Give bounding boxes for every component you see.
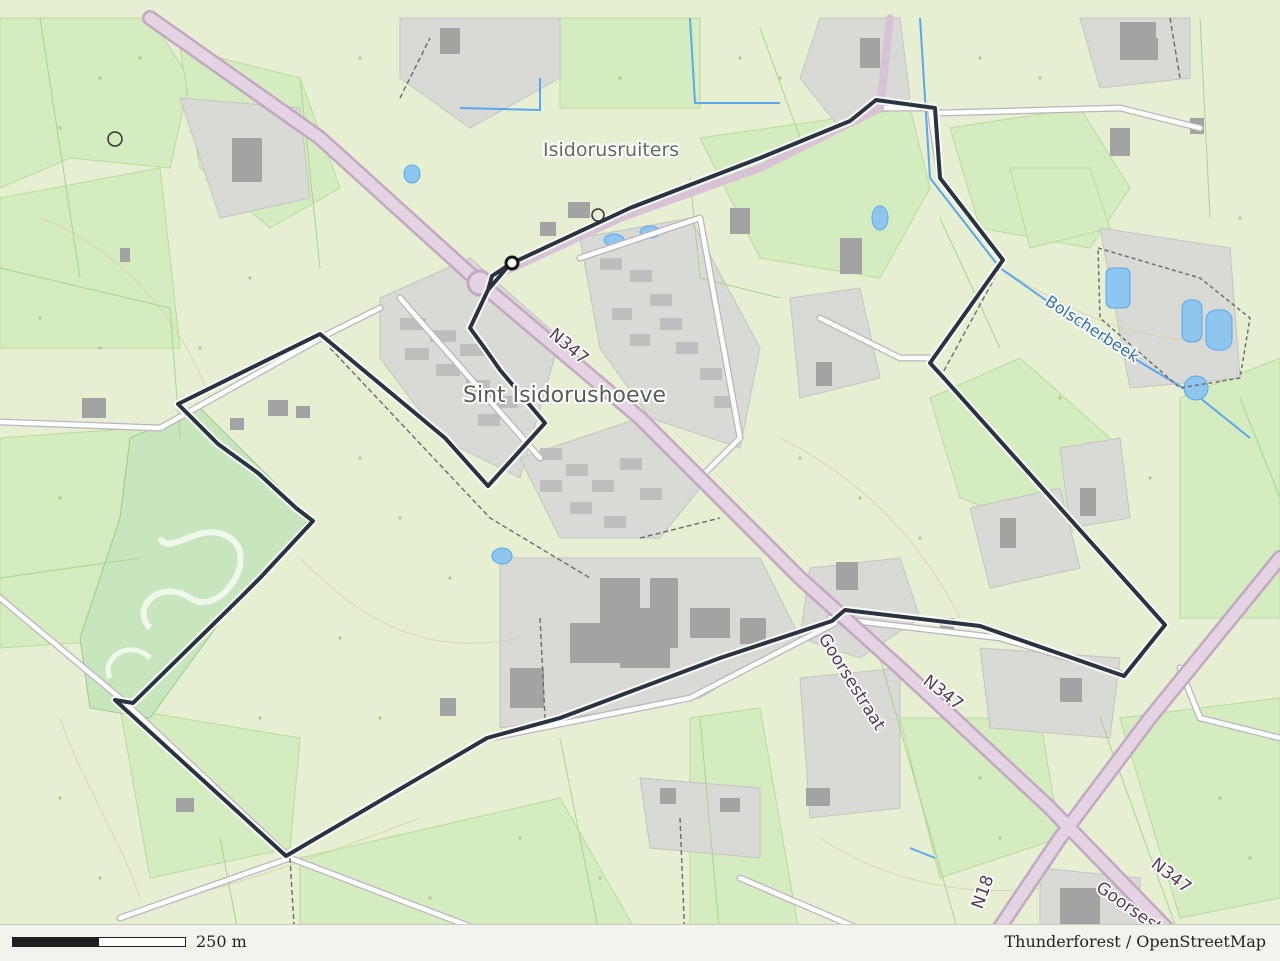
scale-bar [12, 937, 186, 947]
scale-label: 250 m [196, 932, 247, 951]
scale-bar-fill [13, 938, 99, 946]
map-footer: 250 m Thunderforest / OpenStreetMap [0, 924, 1280, 961]
route-start-marker[interactable] [504, 255, 520, 271]
poi-label-isidorusruiters: Isidorusruiters [543, 139, 679, 161]
map-canvas[interactable]: Isidorusruiters Sint Isidorushoeve N347 … [0, 0, 1280, 960]
attribution-text[interactable]: Thunderforest / OpenStreetMap [1004, 932, 1266, 951]
town-label: Sint Isidorushoeve [463, 383, 666, 408]
